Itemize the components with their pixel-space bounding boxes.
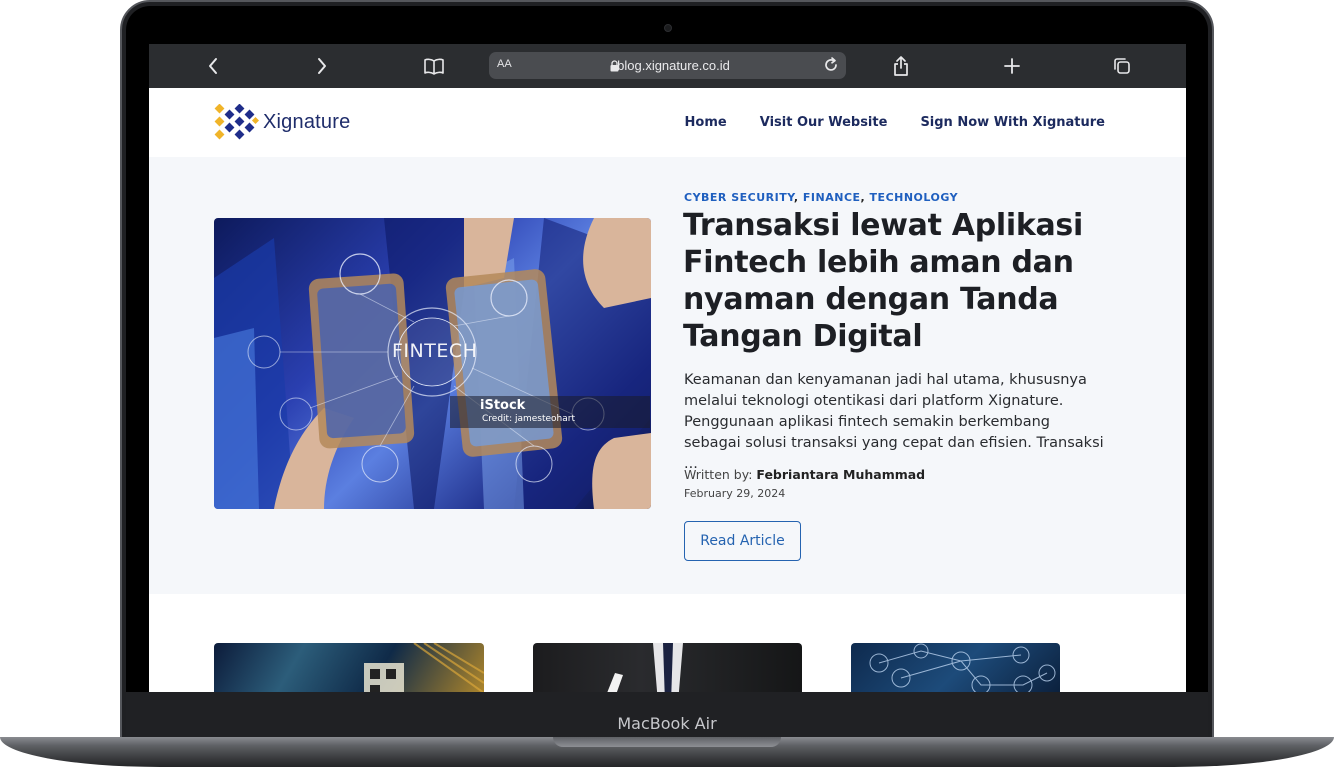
category-link[interactable]: FINANCE <box>803 191 861 204</box>
article-cards-row <box>149 594 1186 692</box>
main-nav: Home Visit Our Website Sign Now With Xig… <box>685 115 1105 130</box>
article-title[interactable]: Transaksi lewat Aplikasi Fintech lebih a… <box>683 207 1103 355</box>
featured-article-image[interactable]: FINTECH iStock Credit: jamesteohart <box>214 218 651 509</box>
reload-icon[interactable] <box>822 56 840 79</box>
forward-icon[interactable] <box>310 54 334 78</box>
article-categories: CYBER SECURITY, FINANCE, TECHNOLOGY <box>684 191 959 204</box>
article-card-image[interactable] <box>533 643 802 692</box>
site-logo[interactable]: Xignature <box>213 104 350 140</box>
read-article-button[interactable]: Read Article <box>684 521 801 561</box>
written-by-label: Written by: <box>684 467 753 482</box>
back-icon[interactable] <box>201 54 225 78</box>
image-credit-label: Credit: jamesteohart <box>482 414 575 424</box>
article-card-image[interactable] <box>851 643 1060 692</box>
tabs-overview-icon[interactable] <box>1110 54 1134 78</box>
image-stock-label: iStock <box>480 398 526 413</box>
browser-screen: AA blog.xignature.co.id Xignature Home V… <box>149 44 1186 692</box>
url-text[interactable]: blog.xignature.co.id <box>489 58 846 73</box>
camera-icon <box>664 24 672 32</box>
image-headline: FINTECH <box>392 340 478 362</box>
article-card-image[interactable] <box>214 643 484 692</box>
nav-home[interactable]: Home <box>685 115 727 130</box>
article-excerpt: Keamanan dan kenyamanan jadi hal utama, … <box>684 372 1104 472</box>
address-bar[interactable]: AA blog.xignature.co.id <box>489 52 846 79</box>
share-icon[interactable] <box>889 54 913 78</box>
bookmarks-icon[interactable] <box>422 54 446 78</box>
article-date: February 29, 2024 <box>684 487 786 500</box>
laptop-notch <box>553 737 781 747</box>
new-tab-icon[interactable] <box>1000 54 1024 78</box>
nav-visit-website[interactable]: Visit Our Website <box>760 115 888 130</box>
nav-sign-now[interactable]: Sign Now With Xignature <box>920 115 1105 130</box>
site-header: Xignature Home Visit Our Website Sign No… <box>149 88 1186 157</box>
xignature-logo-icon <box>214 104 259 140</box>
browser-toolbar: AA blog.xignature.co.id <box>149 44 1186 88</box>
article-byline: Written by: Febriantara Muhammad <box>684 467 925 482</box>
device-model-label: MacBook Air <box>617 714 717 733</box>
category-link[interactable]: TECHNOLOGY <box>870 191 959 204</box>
category-link[interactable]: CYBER SECURITY <box>684 191 794 204</box>
featured-article: FINTECH iStock Credit: jamesteohart CYBE… <box>149 157 1186 594</box>
article-author: Febriantara Muhammad <box>756 467 926 482</box>
logo-text: Xignature <box>263 110 351 133</box>
